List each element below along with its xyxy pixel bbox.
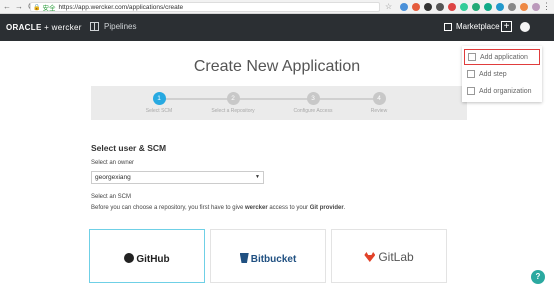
extension-icon[interactable] xyxy=(484,3,492,11)
add-button[interactable]: + xyxy=(501,21,512,32)
stepper: 1 Select SCM 2 Select a Repository 3 Con… xyxy=(91,86,467,120)
extension-icon[interactable] xyxy=(508,3,516,11)
marketplace-link[interactable]: Marketplace xyxy=(444,22,500,31)
help-button[interactable]: ? xyxy=(531,270,545,284)
step-icon xyxy=(467,70,475,78)
github-icon xyxy=(124,253,135,263)
extension-icon[interactable] xyxy=(520,3,528,11)
menu-item-label: Add step xyxy=(479,70,507,78)
lock-icon: 🔒 xyxy=(33,4,41,11)
logo-wercker: wercker xyxy=(51,23,82,32)
scm-label: Select an SCM xyxy=(91,194,132,200)
gitlab-icon xyxy=(364,252,376,262)
step-2: 2 Select a Repository xyxy=(188,92,278,114)
menu-item-add-organization[interactable]: Add organization xyxy=(464,83,540,99)
menu-item-label: Add organization xyxy=(479,87,532,95)
step-label: Select a Repository xyxy=(211,108,255,114)
step-4: 4 Review xyxy=(334,92,424,114)
scm-description: Before you can choose a repository, you … xyxy=(91,205,345,211)
url-text[interactable]: https://app.wercker.com/applications/cre… xyxy=(58,4,183,11)
extension-icon[interactable] xyxy=(400,3,408,11)
extension-icon[interactable] xyxy=(436,3,444,11)
browser-menu-icon[interactable]: ⋮ xyxy=(542,1,551,12)
step-label: Review xyxy=(370,108,388,114)
bitbucket-logo: Bitbucket xyxy=(211,253,325,265)
address-bar[interactable]: 🔒 安全 https://app.wercker.com/application… xyxy=(30,2,380,12)
scm-desc-text: access to your xyxy=(267,205,310,211)
step-number: 4 xyxy=(372,92,386,105)
logo-separator: + xyxy=(44,23,50,32)
add-dropdown-menu: Add application Add step Add organizatio… xyxy=(462,46,542,102)
logo[interactable]: ORACLE + wercker xyxy=(6,23,82,32)
gitlab-provider-card[interactable]: GitLab xyxy=(331,229,447,283)
provider-name: GitLab xyxy=(378,250,414,264)
marketplace-icon xyxy=(444,22,452,31)
owner-label: Select an owner xyxy=(91,160,135,166)
pipelines-link[interactable]: Pipelines xyxy=(90,22,136,31)
top-navigation: ORACLE + wercker Pipelines Marketplace + xyxy=(0,14,554,41)
owner-select[interactable]: georgexiang ▼ xyxy=(91,171,264,184)
bitbucket-provider-card[interactable]: Bitbucket xyxy=(210,229,326,283)
menu-item-add-application[interactable]: Add application xyxy=(464,49,540,65)
extension-icon[interactable] xyxy=(460,3,468,11)
scm-desc-text: . xyxy=(343,205,346,211)
bookmark-star-icon[interactable]: ☆ xyxy=(385,2,392,11)
provider-name: Bitbucket xyxy=(250,254,297,265)
scm-desc-text: Before you can choose a repository, you … xyxy=(91,205,245,211)
github-logo: GitHub xyxy=(90,253,204,265)
application-icon xyxy=(468,53,476,61)
owner-value: georgexiang xyxy=(95,174,131,181)
extension-icon[interactable] xyxy=(496,3,504,11)
browser-toolbar: ← → C 🔒 安全 https://app.wercker.com/appli… xyxy=(0,0,554,14)
gitlab-logo: GitLab xyxy=(332,250,446,264)
github-provider-card[interactable]: GitHub xyxy=(89,229,205,283)
secure-label: 安全 xyxy=(42,5,56,12)
avatar[interactable] xyxy=(520,22,530,32)
extension-icon[interactable] xyxy=(532,3,540,11)
section-title: Select user & SCM xyxy=(91,143,167,153)
chevron-down-icon: ▼ xyxy=(255,174,260,180)
scm-desc-wercker: wercker xyxy=(244,205,268,211)
marketplace-label: Marketplace xyxy=(456,22,500,31)
step-number: 1 xyxy=(152,92,166,105)
pipelines-icon xyxy=(90,22,99,31)
step-number: 2 xyxy=(226,92,240,105)
bitbucket-icon xyxy=(239,253,249,263)
extension-icon[interactable] xyxy=(412,3,420,11)
extension-icon[interactable] xyxy=(424,3,432,11)
logo-oracle: ORACLE xyxy=(6,23,42,32)
pipelines-label: Pipelines xyxy=(104,22,137,31)
menu-item-label: Add application xyxy=(480,53,528,61)
step-number: 3 xyxy=(306,92,320,105)
organization-icon xyxy=(467,87,475,95)
extension-icon[interactable] xyxy=(448,3,456,11)
menu-item-add-step[interactable]: Add step xyxy=(464,66,540,82)
back-icon[interactable]: ← xyxy=(2,2,12,12)
provider-name: GitHub xyxy=(136,254,170,265)
forward-icon[interactable]: → xyxy=(14,2,24,12)
scm-desc-git: Git provider xyxy=(309,205,344,211)
extension-icon[interactable] xyxy=(472,3,480,11)
